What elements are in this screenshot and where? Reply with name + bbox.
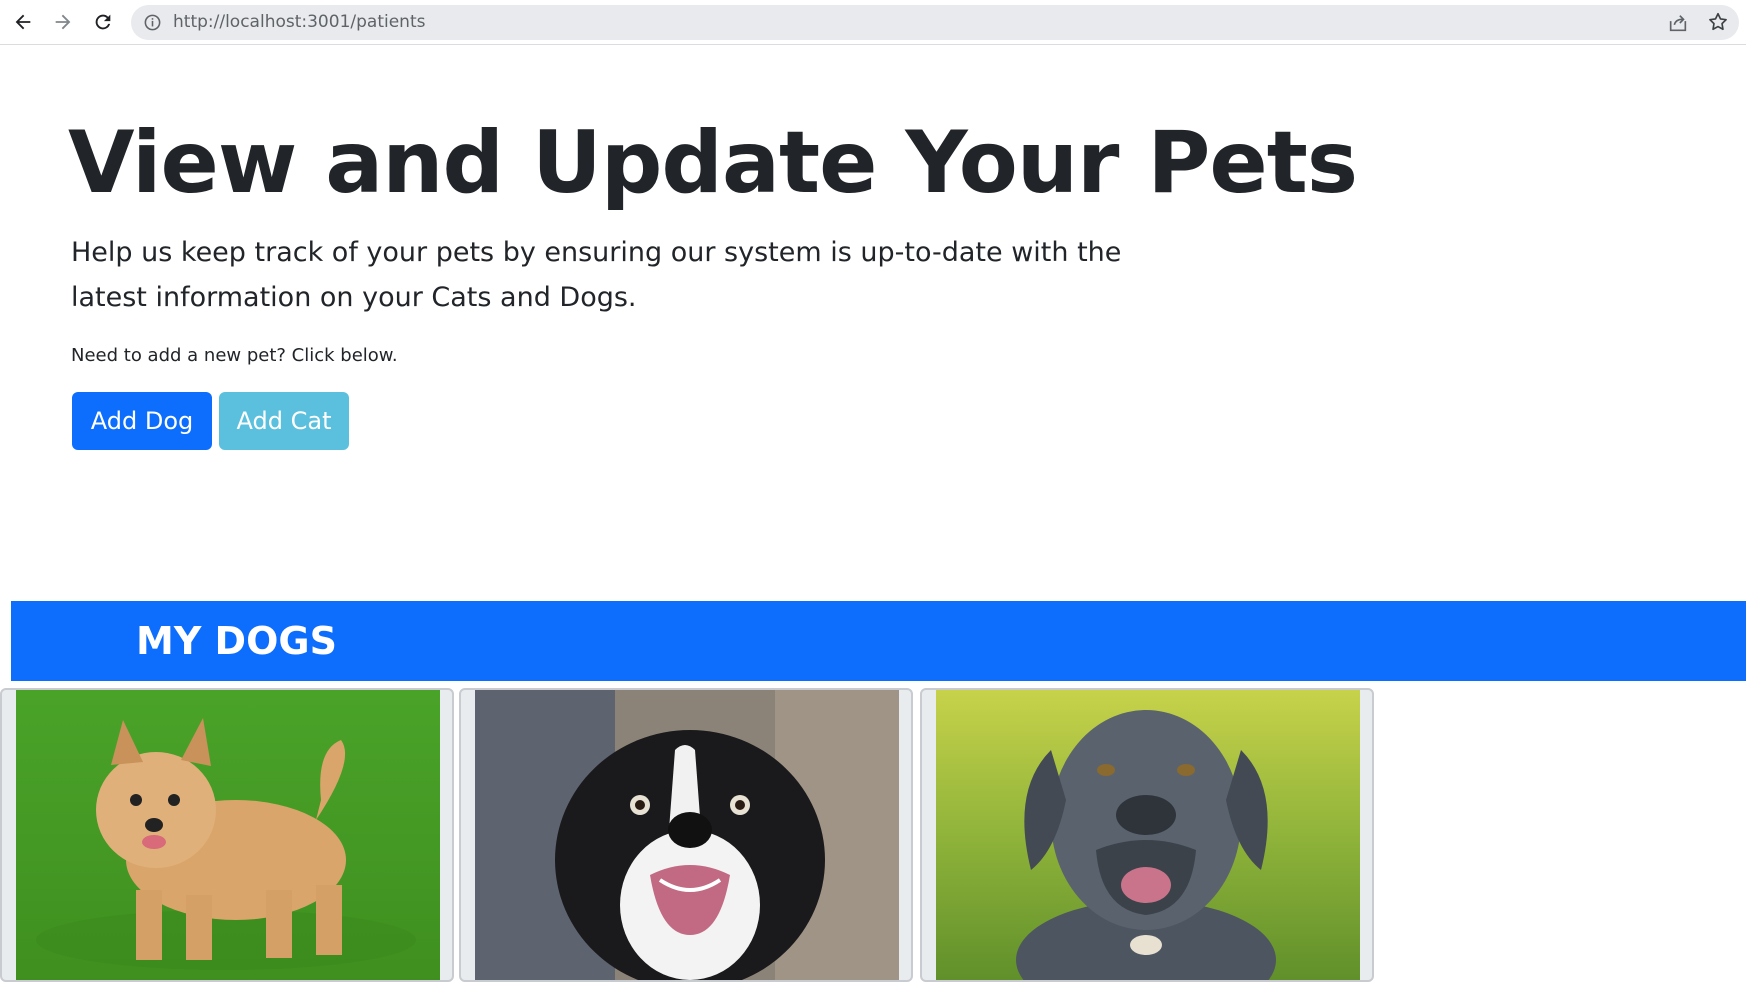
add-cat-button[interactable]: Add Cat	[219, 392, 349, 450]
add-dog-button[interactable]: Add Dog	[72, 392, 212, 450]
bookmark-star-icon[interactable]	[1707, 11, 1729, 33]
info-icon[interactable]	[143, 13, 162, 32]
reload-icon[interactable]	[88, 7, 118, 37]
hero-lead-text: Help us keep track of your pets by ensur…	[71, 237, 1122, 313]
dog-card[interactable]	[920, 688, 1374, 982]
add-pet-prompt: Need to add a new pet? Click below.	[71, 345, 398, 366]
url-text[interactable]: http://localhost:3001/patients	[173, 5, 425, 40]
terrier-on-grass-photo[interactable]	[16, 690, 440, 980]
black-white-border-collie-photo[interactable]	[475, 690, 899, 980]
dog-card[interactable]	[459, 688, 913, 982]
forward-arrow-icon[interactable]	[48, 7, 78, 37]
share-icon[interactable]	[1667, 12, 1689, 34]
browser-toolbar: http://localhost:3001/patients	[0, 0, 1746, 45]
back-arrow-icon[interactable]	[8, 7, 38, 37]
section-title: MY DOGS	[136, 619, 337, 663]
gray-mastiff-photo[interactable]	[936, 690, 1360, 980]
page-title: View and Update Your Pets	[68, 113, 1358, 213]
address-bar[interactable]: http://localhost:3001/patients	[131, 5, 1739, 40]
my-dogs-header: MY DOGS	[11, 601, 1746, 681]
dog-card[interactable]	[0, 688, 454, 982]
